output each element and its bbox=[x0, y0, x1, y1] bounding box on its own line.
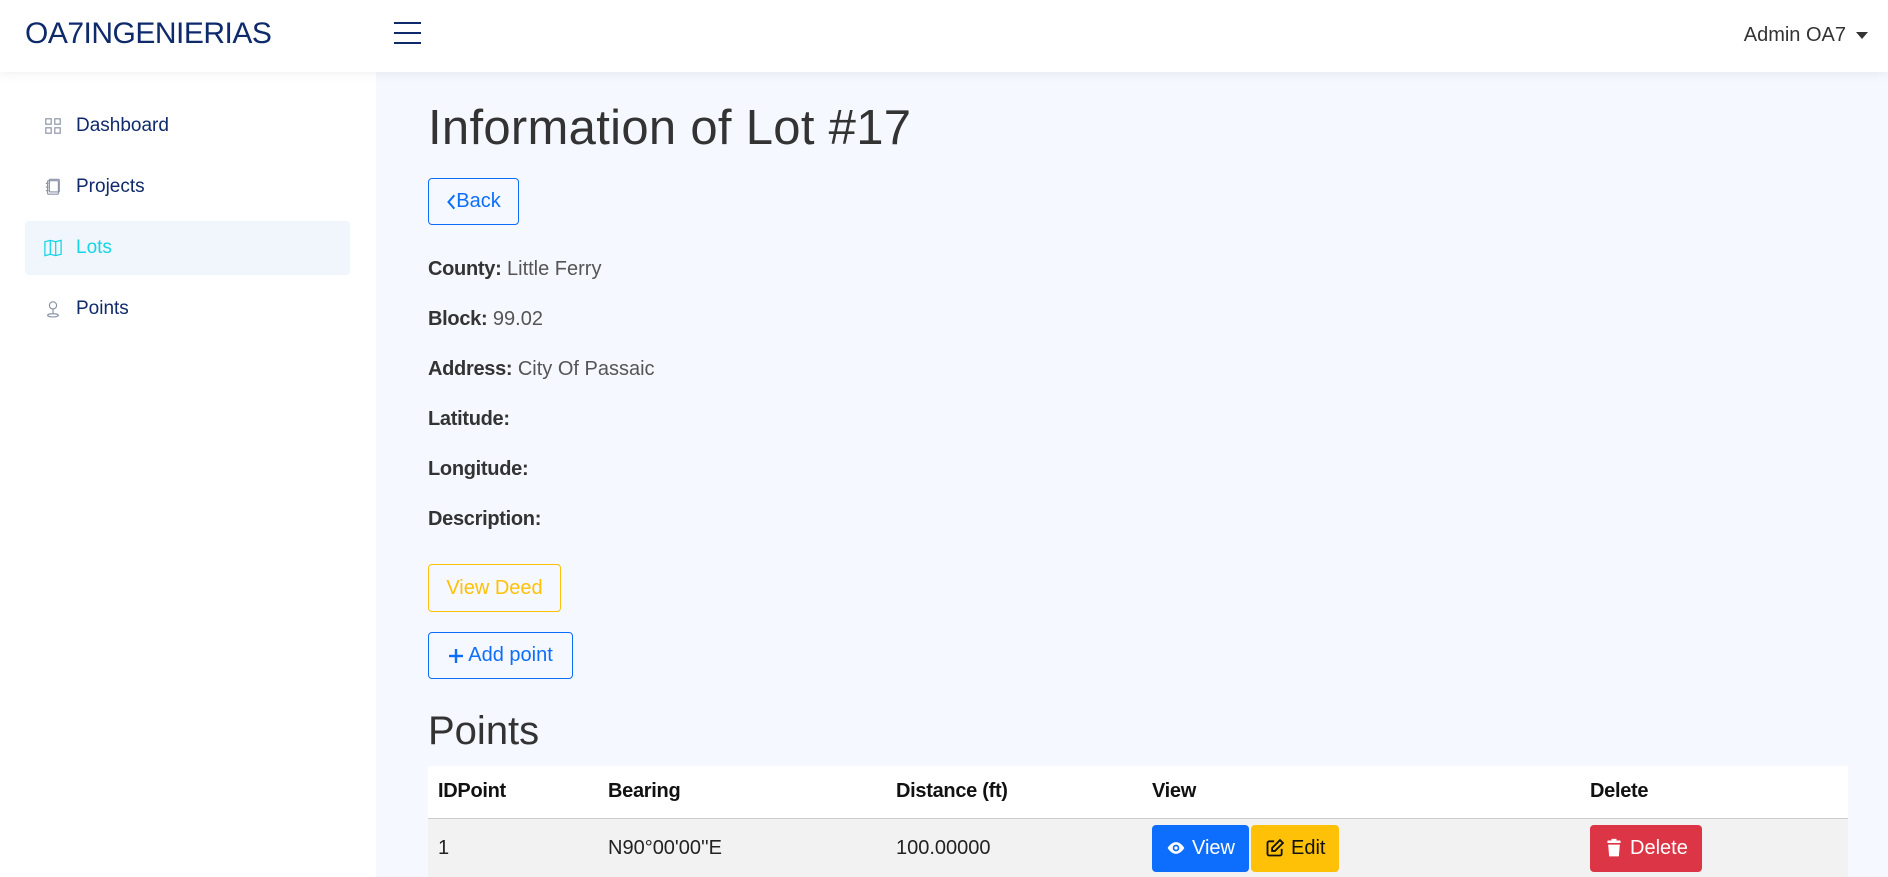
menu-toggle-icon[interactable] bbox=[394, 22, 421, 46]
cell-idpoint: 1 bbox=[428, 818, 598, 877]
chevron-left-icon bbox=[447, 194, 456, 209]
user-menu-dropdown[interactable]: Admin OA7 bbox=[1744, 24, 1868, 47]
cell-actions: View Edit bbox=[1142, 818, 1580, 877]
column-header-distance: Distance (ft) bbox=[886, 766, 1142, 819]
sidebar-item-lots[interactable]: Lots bbox=[25, 221, 350, 275]
add-point-label: Add point bbox=[468, 644, 553, 666]
sidebar-item-label: Lots bbox=[76, 237, 112, 258]
sidebar-item-label: Projects bbox=[76, 176, 145, 197]
view-point-button[interactable]: View bbox=[1152, 824, 1249, 872]
user-name: Admin OA7 bbox=[1743, 24, 1846, 46]
points-section-title: Points bbox=[428, 709, 540, 753]
description-label: Description: bbox=[428, 508, 542, 530]
page-title: Information of Lot #17 bbox=[428, 101, 912, 155]
latitude-field: Latitude: bbox=[428, 408, 510, 431]
cell-delete: Delete bbox=[1580, 818, 1848, 877]
county-label: County: bbox=[428, 258, 502, 280]
points-table: IDPoint Bearing Distance (ft) View Delet… bbox=[428, 766, 1848, 877]
brand-logo[interactable]: OA7INGENIERIAS bbox=[25, 17, 272, 51]
block-value: 99.02 bbox=[492, 308, 543, 330]
notebook-icon bbox=[44, 178, 62, 196]
county-value: Little Ferry bbox=[507, 258, 602, 280]
latitude-label: Latitude: bbox=[428, 408, 510, 430]
grid-icon bbox=[44, 117, 62, 135]
longitude-field: Longitude: bbox=[428, 458, 529, 481]
back-button-label: Back bbox=[456, 190, 501, 212]
view-deed-button[interactable]: View Deed bbox=[428, 564, 561, 612]
edit-icon bbox=[1266, 839, 1285, 857]
column-header-idpoint: IDPoint bbox=[428, 766, 598, 819]
address-field: Address: City Of Passaic bbox=[428, 358, 655, 381]
pin-icon bbox=[44, 300, 62, 318]
column-header-bearing: Bearing bbox=[598, 766, 886, 819]
description-field: Description: bbox=[428, 508, 541, 531]
sidebar-item-projects[interactable]: Projects bbox=[25, 160, 350, 214]
column-header-delete: Delete bbox=[1580, 766, 1848, 819]
table-header-row: IDPoint Bearing Distance (ft) View Delet… bbox=[428, 766, 1848, 819]
eye-icon bbox=[1167, 842, 1185, 855]
cell-bearing: N90°00'00''E bbox=[598, 818, 886, 877]
plus-icon bbox=[449, 648, 464, 663]
sidebar-item-dashboard[interactable]: Dashboard bbox=[25, 99, 350, 153]
table-row: 1 N90°00'00''E 100.00000 View Edit Delet… bbox=[428, 818, 1848, 877]
back-button[interactable]: Back bbox=[428, 178, 519, 225]
sidebar-item-label: Points bbox=[76, 298, 129, 319]
block-field: Block: 99.02 bbox=[428, 308, 543, 331]
county-field: County: Little Ferry bbox=[428, 258, 601, 281]
column-header-view: View bbox=[1142, 766, 1580, 819]
caret-down-icon bbox=[1856, 32, 1868, 40]
add-point-button[interactable]: Add point bbox=[428, 632, 573, 679]
longitude-label: Longitude: bbox=[428, 458, 529, 480]
delete-point-button[interactable]: Delete bbox=[1590, 824, 1702, 872]
top-navbar: OA7INGENIERIAS Admin OA7 bbox=[0, 0, 1888, 72]
delete-point-label: Delete bbox=[1630, 836, 1688, 859]
map-icon bbox=[44, 239, 62, 257]
edit-point-label: Edit bbox=[1291, 836, 1326, 859]
sidebar: Dashboard Projects Lots Points bbox=[0, 72, 376, 877]
sidebar-item-label: Dashboard bbox=[76, 115, 169, 136]
view-point-label: View bbox=[1192, 836, 1235, 859]
sidebar-item-points[interactable]: Points bbox=[25, 282, 350, 336]
address-value: City Of Passaic bbox=[517, 358, 655, 380]
cell-distance: 100.00000 bbox=[886, 818, 1142, 877]
trash-icon bbox=[1607, 839, 1621, 857]
edit-point-button[interactable]: Edit bbox=[1251, 824, 1340, 872]
main-content: Information of Lot #17 Back County: Litt… bbox=[376, 72, 1888, 877]
address-label: Address: bbox=[428, 358, 513, 380]
block-label: Block: bbox=[428, 308, 488, 330]
